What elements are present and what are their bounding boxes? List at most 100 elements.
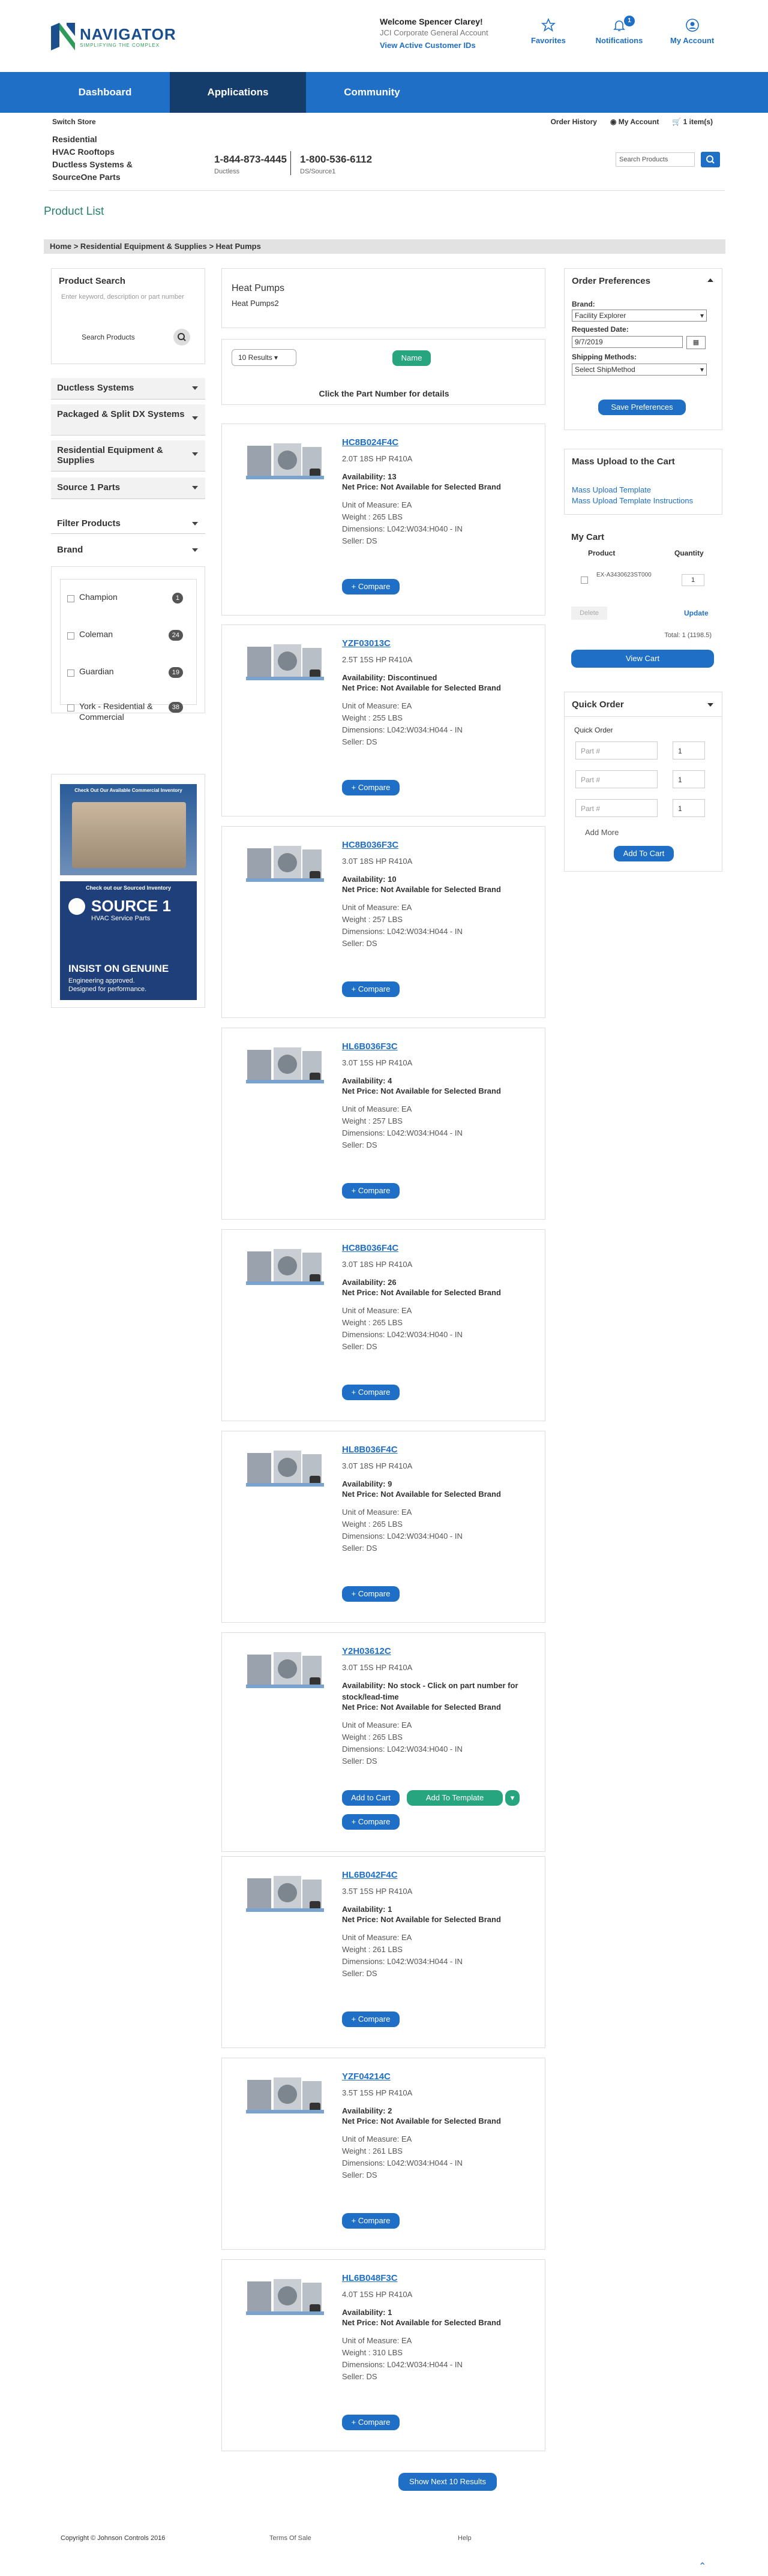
- mass-upload-template-link[interactable]: Mass Upload Template: [572, 485, 651, 494]
- template-dropdown-button[interactable]: ▾: [505, 1790, 520, 1806]
- chevron-down-icon[interactable]: [707, 703, 713, 707]
- heat-pump-image[interactable]: [246, 840, 324, 884]
- category-packaged[interactable]: Packaged & Split DX Systems: [51, 404, 205, 436]
- part-number-link[interactable]: HL6B036F3C: [342, 1041, 398, 1052]
- part-number-link[interactable]: HL6B042F4C: [342, 1870, 398, 1880]
- requested-date-input[interactable]: 9/7/2019: [572, 336, 683, 348]
- tab-dashboard[interactable]: Dashboard: [54, 72, 156, 113]
- header-search-button[interactable]: [701, 152, 720, 167]
- scroll-top-icon[interactable]: ⌃: [698, 2560, 706, 2572]
- brand-checkbox[interactable]: [67, 595, 74, 602]
- brand-select-value: Facility Explorer: [575, 311, 626, 320]
- brand-option-york[interactable]: York - Residential & Commercial 38: [60, 701, 192, 725]
- add-to-cart-button[interactable]: Add to Cart: [342, 1790, 400, 1806]
- brand-checkbox[interactable]: [67, 704, 74, 711]
- quick-order-part-2[interactable]: Part #: [575, 770, 658, 788]
- heat-pump-image[interactable]: [246, 1870, 324, 1914]
- terms-of-sale-link[interactable]: Terms Of Sale: [269, 2535, 311, 2542]
- heat-pump-image[interactable]: [246, 1646, 324, 1691]
- category-residential[interactable]: Residential Equipment & Supplies: [51, 440, 205, 472]
- compare-button[interactable]: + Compare: [342, 1586, 400, 1602]
- compare-button[interactable]: + Compare: [342, 579, 400, 595]
- order-history-link[interactable]: Order History: [551, 118, 597, 126]
- cart-item-checkbox[interactable]: [581, 577, 588, 584]
- favorites-button[interactable]: Favorites: [531, 18, 566, 45]
- store-link-sourceone[interactable]: SourceOne Parts: [52, 171, 133, 184]
- results-per-page-select[interactable]: 10 Results ▾: [232, 349, 296, 366]
- compare-button[interactable]: + Compare: [342, 2213, 400, 2229]
- my-account-button[interactable]: My Account: [670, 18, 714, 45]
- heat-pump-image[interactable]: [246, 1445, 324, 1489]
- brand-checkbox[interactable]: [67, 669, 74, 677]
- navigator-logo[interactable]: NAVIGATOR SIMPLIFYING THE COMPLEX: [51, 22, 176, 52]
- tab-community[interactable]: Community: [318, 72, 426, 113]
- compare-button[interactable]: + Compare: [342, 780, 400, 795]
- part-number-link[interactable]: Y2H03612C: [342, 1646, 391, 1656]
- sort-name-button[interactable]: Name: [392, 350, 431, 366]
- cart-item-qty[interactable]: 1: [682, 574, 704, 586]
- part-number-link[interactable]: YZF04214C: [342, 2071, 391, 2082]
- quick-order-add-to-cart-button[interactable]: Add To Cart: [614, 846, 674, 861]
- brand-filter-header[interactable]: Brand: [51, 540, 205, 560]
- sub-my-account-link[interactable]: ◉ My Account: [610, 118, 659, 126]
- store-link-residential[interactable]: Residential: [52, 133, 133, 146]
- switch-store-link[interactable]: Switch Store: [52, 118, 96, 126]
- update-link[interactable]: Update: [684, 609, 709, 617]
- heat-pump-image[interactable]: [246, 2071, 324, 2116]
- filter-products-header[interactable]: Filter Products: [51, 514, 205, 534]
- cart-link[interactable]: 🛒 1 item(s): [672, 118, 713, 126]
- commercial-inventory-banner[interactable]: Check Out Our Available Commercial Inven…: [60, 784, 197, 875]
- compare-button[interactable]: + Compare: [342, 1385, 400, 1400]
- help-link[interactable]: Help: [458, 2535, 472, 2542]
- store-link-ductless[interactable]: Ductless Systems &: [52, 158, 133, 171]
- compare-button[interactable]: + Compare: [342, 2415, 400, 2430]
- compare-button[interactable]: + Compare: [342, 981, 400, 997]
- part-number-link[interactable]: HC8B024F4C: [342, 437, 398, 448]
- brand-select[interactable]: Facility Explorer ▾: [572, 310, 707, 322]
- source1-banner[interactable]: Check out our Sourced Inventory SOURCE 1…: [60, 881, 197, 1000]
- heat-pump-image[interactable]: [246, 1041, 324, 1086]
- heat-pump-image[interactable]: [246, 638, 324, 683]
- shipping-method-select[interactable]: Select ShipMethod ▾: [572, 364, 707, 376]
- view-cart-button[interactable]: View Cart: [571, 650, 714, 668]
- part-number-link[interactable]: HL8B036F4C: [342, 1445, 398, 1455]
- product-search-input[interactable]: Search Products: [79, 329, 169, 346]
- delete-button[interactable]: Delete: [571, 607, 607, 620]
- calendar-icon[interactable]: ▦: [686, 336, 706, 349]
- brand-option-coleman[interactable]: Coleman 24: [60, 629, 192, 643]
- compare-button[interactable]: + Compare: [342, 2011, 400, 2027]
- header-search-input[interactable]: Search Products: [616, 152, 695, 167]
- heat-pump-image[interactable]: [246, 1243, 324, 1287]
- product-search-button[interactable]: [173, 329, 190, 346]
- quick-order-part-3[interactable]: Part #: [575, 799, 658, 817]
- seller: Seller: DS: [342, 1969, 377, 1978]
- tab-applications[interactable]: Applications: [170, 72, 306, 113]
- heat-pump-image[interactable]: [246, 437, 324, 482]
- compare-button[interactable]: + Compare: [342, 1183, 400, 1199]
- quick-order-part-1[interactable]: Part #: [575, 741, 658, 759]
- brand-checkbox[interactable]: [67, 632, 74, 640]
- part-number-link[interactable]: YZF03013C: [342, 638, 391, 648]
- category-ductless[interactable]: Ductless Systems: [51, 378, 205, 400]
- add-more-link[interactable]: Add More: [585, 828, 619, 837]
- brand-option-guardian[interactable]: Guardian 19: [60, 666, 192, 680]
- view-customer-ids-link[interactable]: View Active Customer IDs: [380, 41, 488, 50]
- brand-option-champion[interactable]: Champion 1: [60, 592, 192, 606]
- show-next-results-button[interactable]: Show Next 10 Results: [398, 2473, 497, 2491]
- breadcrumb[interactable]: Home > Residential Equipment & Supplies …: [44, 239, 725, 254]
- save-preferences-button[interactable]: Save Preferences: [598, 400, 686, 415]
- add-to-template-button[interactable]: Add To Template: [407, 1790, 503, 1806]
- mass-upload-instructions-link[interactable]: Mass Upload Template Instructions: [572, 496, 693, 505]
- part-number-link[interactable]: HC8B036F3C: [342, 840, 398, 850]
- store-link-rooftops[interactable]: HVAC Rooftops: [52, 146, 133, 158]
- part-number-link[interactable]: HC8B036F4C: [342, 1243, 398, 1253]
- quick-order-qty-2[interactable]: 1: [673, 770, 705, 788]
- collapse-up-icon[interactable]: [707, 278, 713, 282]
- category-source1[interactable]: Source 1 Parts: [51, 478, 205, 499]
- heat-pump-image[interactable]: [246, 2273, 324, 2317]
- quick-order-qty-1[interactable]: 1: [673, 741, 705, 759]
- notifications-button[interactable]: 1 Notifications: [593, 16, 646, 45]
- compare-button[interactable]: + Compare: [342, 1814, 400, 1830]
- quick-order-qty-3[interactable]: 1: [673, 799, 705, 817]
- part-number-link[interactable]: HL6B048F3C: [342, 2273, 398, 2283]
